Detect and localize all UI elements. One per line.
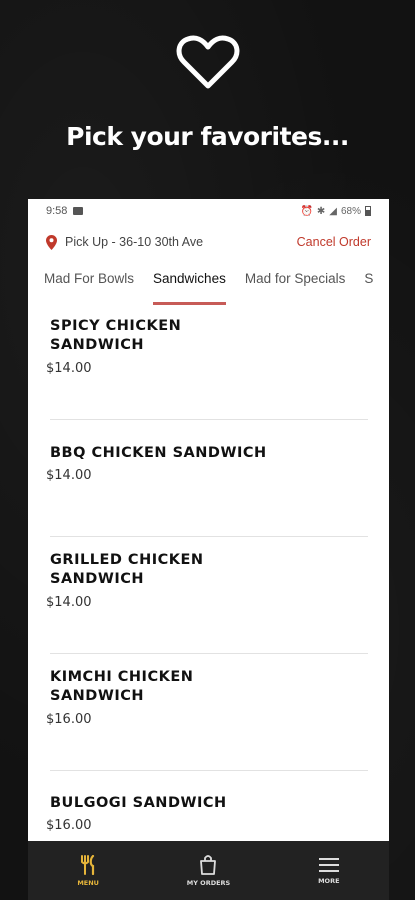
nav-menu[interactable]: MENU bbox=[38, 854, 138, 887]
status-bar: 9:58 ⏰ ✱ ◢ 68% bbox=[28, 199, 389, 223]
divider bbox=[50, 653, 368, 654]
shopping-bag-icon bbox=[200, 855, 217, 875]
bluetooth-icon: ✱ bbox=[316, 205, 326, 217]
item-price: $14.00 bbox=[46, 361, 92, 376]
category-tabs: Mad For Bowls Sandwiches Mad for Special… bbox=[28, 261, 389, 305]
fork-knife-icon bbox=[81, 854, 95, 875]
menu-item[interactable]: SPICY CHICKEN SANDWICH $14.00 bbox=[28, 317, 276, 376]
item-price: $16.00 bbox=[46, 712, 92, 727]
item-name: SPICY CHICKEN SANDWICH bbox=[50, 318, 182, 353]
nav-my-orders-label: MY ORDERS bbox=[186, 879, 231, 887]
phone-screen: 9:58 ⏰ ✱ ◢ 68% Pick Up - 36-10 30th Ave … bbox=[28, 199, 389, 900]
divider bbox=[50, 536, 368, 537]
battery-percent: 68% bbox=[340, 205, 361, 217]
promo-title: Pick your favorites... bbox=[66, 122, 349, 151]
item-name: BBQ CHICKEN SANDWICH bbox=[50, 445, 267, 461]
tab-mad-for-bowls[interactable]: Mad For Bowls bbox=[44, 261, 134, 305]
bottom-nav: MENU MY ORDERS MORE bbox=[28, 841, 389, 900]
pickup-location[interactable]: Pick Up - 36-10 30th Ave bbox=[65, 235, 203, 249]
tab-mad-for-specials[interactable]: Mad for Specials bbox=[245, 261, 346, 305]
battery-icon bbox=[365, 206, 371, 216]
item-price: $14.00 bbox=[46, 468, 92, 483]
pickup-row: Pick Up - 36-10 30th Ave Cancel Order bbox=[28, 223, 389, 261]
tab-sandwiches[interactable]: Sandwiches bbox=[153, 261, 226, 305]
hamburger-menu-icon bbox=[318, 857, 339, 872]
item-price: $14.00 bbox=[46, 595, 92, 610]
status-time: 9:58 bbox=[46, 205, 68, 217]
item-name: GRILLED CHICKEN SANDWICH bbox=[50, 552, 204, 587]
heart-outline-icon bbox=[176, 35, 240, 89]
item-price: $16.00 bbox=[46, 818, 92, 833]
folder-icon bbox=[73, 207, 84, 215]
item-name: KIMCHI CHICKEN SANDWICH bbox=[50, 669, 194, 704]
menu-item[interactable]: KIMCHI CHICKEN SANDWICH $16.00 bbox=[28, 668, 276, 727]
divider bbox=[50, 770, 368, 771]
menu-item[interactable]: GRILLED CHICKEN SANDWICH $14.00 bbox=[28, 551, 276, 610]
menu-item[interactable]: BULGOGI SANDWICH $16.00 bbox=[28, 794, 346, 833]
location-pin-icon bbox=[46, 234, 57, 250]
signal-icon: ◢ bbox=[329, 205, 337, 217]
alarm-icon: ⏰ bbox=[300, 205, 313, 217]
menu-item[interactable]: BBQ CHICKEN SANDWICH $14.00 bbox=[28, 444, 346, 483]
nav-my-orders[interactable]: MY ORDERS bbox=[158, 854, 258, 887]
item-name: BULGOGI SANDWICH bbox=[50, 795, 227, 811]
nav-more[interactable]: MORE bbox=[279, 857, 379, 885]
nav-menu-label: MENU bbox=[77, 878, 99, 887]
tab-overflow[interactable]: S bbox=[364, 261, 373, 305]
divider bbox=[50, 419, 368, 420]
nav-more-label: MORE bbox=[318, 876, 340, 885]
cancel-order-button[interactable]: Cancel Order bbox=[297, 235, 371, 249]
